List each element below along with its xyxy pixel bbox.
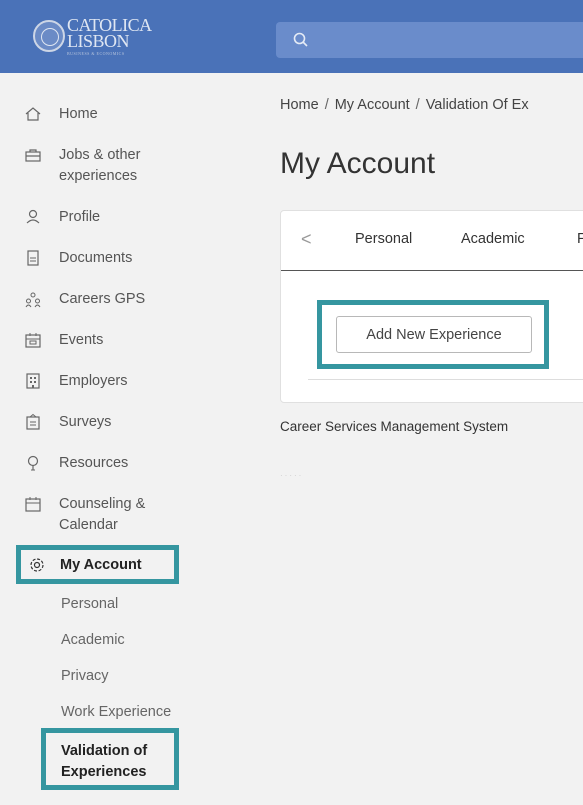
page-title: My Account [280,147,436,180]
sidebar-item-profile[interactable]: Profile [24,207,100,228]
breadcrumb-separator: / [415,97,420,113]
lightbulb-icon [27,455,39,471]
main-content: Home / My Account / Validation Of Ex My Acco… [258,73,583,805]
sidebar-item-label: Jobs & other [59,147,141,163]
building-icon [26,373,40,389]
sidebar-subitem-work-experience[interactable]: Work Experience [61,702,171,723]
briefcase-icon [25,149,41,162]
top-bar: CATOLICA LISBON BUSINESS & ECONOMICS [0,0,583,73]
sidebar: Home Jobs & other experiences Profile Doc… [0,73,258,805]
sidebar-item-label: Surveys [59,414,112,430]
tab-personal[interactable]: Personal [355,231,412,247]
breadcrumb-my-account[interactable]: My Account [335,97,410,113]
clipboard-icon [26,413,40,430]
sidebar-item-employers[interactable]: Employers [24,371,128,392]
sidebar-item-label: Profile [59,209,101,225]
sidebar-item-jobs[interactable]: Jobs & other experiences [24,145,140,187]
search-icon [293,32,308,47]
people-icon [25,292,41,308]
sidebar-item-label: Events [59,332,104,348]
calendar-icon [25,497,41,512]
sidebar-item-label-2: experiences [59,168,138,184]
chevron-left-icon[interactable]: < [301,229,312,250]
sidebar-item-home[interactable]: Home [24,104,98,125]
footer-text: Career Services Management System [280,419,509,434]
breadcrumb: Home / My Account / Validation Of Ex [280,97,529,113]
home-icon [25,107,41,121]
tab-bar: < Personal Academic F [281,211,583,271]
seal-icon [33,20,65,52]
tab-next-partial[interactable]: F [577,231,583,247]
sidebar-item-surveys[interactable]: Surveys [24,412,111,433]
highlight-add-button [317,300,549,369]
divider [308,379,583,380]
user-icon [26,209,40,224]
breadcrumb-current: Validation Of Ex [425,97,529,113]
sidebar-item-label: Home [59,106,98,122]
sidebar-subitem-personal[interactable]: Personal [61,594,118,615]
search-input[interactable] [276,22,583,58]
sidebar-item-careers-gps[interactable]: Careers GPS [24,289,145,310]
sidebar-item-label: Employers [59,373,128,389]
sidebar-subitem-academic[interactable]: Academic [61,630,125,651]
decorative-dots: ····· [280,471,304,480]
sidebar-item-label: Counseling & [59,496,146,512]
sidebar-item-resources[interactable]: Resources [24,453,128,474]
breadcrumb-home[interactable]: Home [280,97,319,113]
breadcrumb-separator: / [324,97,329,113]
tab-academic[interactable]: Academic [461,231,525,247]
document-icon [27,250,39,266]
highlight-my-account [16,545,179,584]
sidebar-item-label: Resources [59,455,129,471]
sidebar-item-label-2: Calendar [59,517,118,533]
calendar-icon [25,333,41,348]
logo-line-2: LISBON [67,31,130,51]
highlight-validation [41,728,179,790]
logo-text: CATOLICA LISBON BUSINESS & ECONOMICS [67,16,152,56]
sidebar-item-label: Documents [59,250,133,266]
sidebar-subitem-privacy[interactable]: Privacy [61,666,109,687]
sidebar-item-label: Careers GPS [59,291,146,307]
logo-line-3: BUSINESS & ECONOMICS [67,51,125,56]
university-logo[interactable]: CATOLICA LISBON BUSINESS & ECONOMICS [33,14,152,58]
sidebar-item-counseling[interactable]: Counseling & Calendar [24,494,145,536]
sidebar-item-documents[interactable]: Documents [24,248,132,269]
sidebar-item-events[interactable]: Events [24,330,103,351]
